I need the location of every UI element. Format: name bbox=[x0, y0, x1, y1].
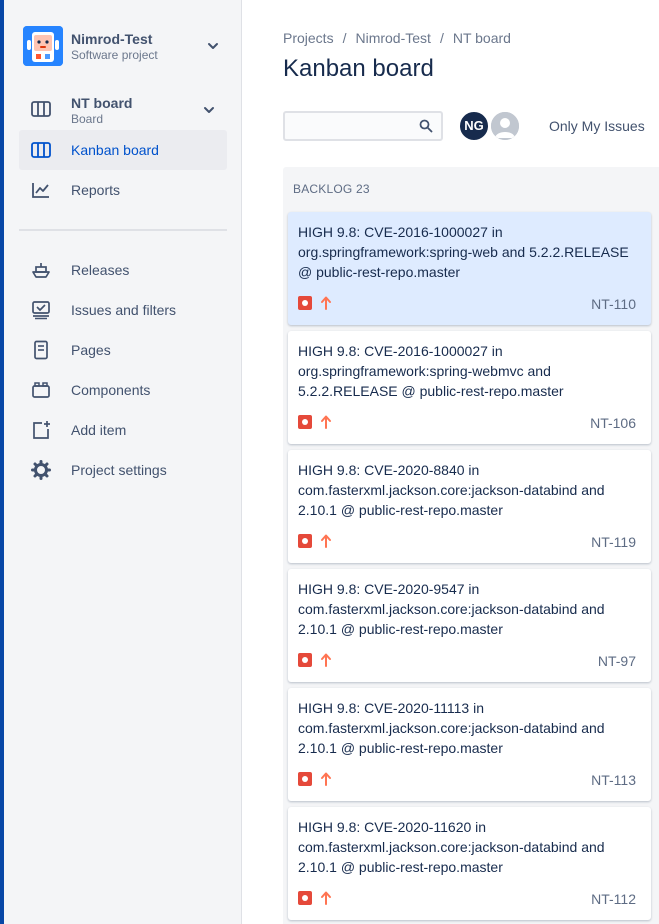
bug-icon bbox=[298, 534, 312, 548]
kanban-icon bbox=[31, 142, 51, 158]
only-my-issues-filter[interactable]: Only My Issues bbox=[549, 118, 645, 134]
chevron-down-icon[interactable] bbox=[201, 102, 217, 118]
issue-key[interactable]: NT-106 bbox=[590, 415, 636, 431]
sidebar-item-label: Add item bbox=[71, 422, 127, 438]
priority-high-arrow-icon bbox=[321, 653, 331, 667]
bug-icon bbox=[298, 772, 312, 786]
sidebar-divider bbox=[19, 229, 227, 231]
priority-high-arrow-icon bbox=[321, 415, 331, 429]
board-icon bbox=[31, 101, 51, 117]
breadcrumb-board[interactable]: NT board bbox=[453, 30, 511, 46]
components-icon bbox=[32, 382, 50, 398]
page-title: Kanban board bbox=[283, 55, 434, 82]
add-item-icon bbox=[33, 421, 50, 439]
search-input[interactable] bbox=[283, 111, 443, 141]
search-icon bbox=[419, 119, 433, 133]
user-avatar[interactable]: NG bbox=[458, 110, 490, 142]
column-header: BACKLOG 23 bbox=[293, 182, 370, 196]
bug-icon bbox=[298, 891, 312, 905]
issue-key[interactable]: NT-110 bbox=[591, 296, 636, 312]
issue-summary: HIGH 9.8: CVE-2020-11620 in com.fasterxm… bbox=[298, 819, 605, 875]
board-switcher[interactable]: NT board Board bbox=[19, 90, 227, 132]
bug-icon bbox=[298, 296, 312, 310]
ship-icon bbox=[32, 263, 50, 278]
sidebar-item-releases[interactable]: Releases bbox=[19, 250, 227, 290]
issue-summary: HIGH 9.8: CVE-2020-8840 in com.fasterxml… bbox=[298, 462, 605, 518]
issues-icon bbox=[32, 301, 50, 320]
chevron-down-icon[interactable] bbox=[205, 38, 221, 54]
sidebar-item-label: Kanban board bbox=[71, 142, 159, 158]
main-content: Projects / Nimrod-Test / NT board Kanban boa… bbox=[243, 0, 659, 924]
breadcrumb-separator: / bbox=[439, 30, 444, 46]
gear-icon bbox=[31, 460, 51, 480]
issue-card[interactable]: HIGH 9.8: CVE-2020-8840 in com.fasterxml… bbox=[288, 450, 651, 563]
issue-card[interactable]: HIGH 9.8: CVE-2020-9547 in com.fasterxml… bbox=[288, 569, 651, 682]
sidebar-item-kanban-board[interactable]: Kanban board bbox=[19, 130, 227, 170]
sidebar-item-reports[interactable]: Reports bbox=[19, 170, 227, 210]
priority-high-arrow-icon bbox=[321, 772, 331, 786]
sidebar-item-label: Pages bbox=[71, 342, 111, 358]
issue-key[interactable]: NT-97 bbox=[598, 653, 636, 669]
issue-card[interactable]: HIGH 9.8: CVE-2020-11113 in com.fasterxm… bbox=[288, 688, 651, 801]
bug-icon bbox=[298, 415, 312, 429]
column-count: 23 bbox=[355, 182, 370, 196]
sidebar-item-pages[interactable]: Pages bbox=[19, 330, 227, 370]
breadcrumb-projects[interactable]: Projects bbox=[283, 30, 334, 46]
breadcrumb: Projects / Nimrod-Test / NT board bbox=[283, 30, 511, 46]
breadcrumb-separator: / bbox=[342, 30, 347, 46]
priority-high-arrow-icon bbox=[321, 296, 331, 310]
sidebar-item-label: Issues and filters bbox=[71, 302, 177, 318]
project-header[interactable]: Nimrod-Test Software project bbox=[23, 26, 227, 66]
project-name: Nimrod-Test bbox=[71, 31, 153, 47]
sidebar-item-issues-filters[interactable]: Issues and filters bbox=[19, 290, 227, 330]
board-sub: Board bbox=[71, 112, 104, 126]
sidebar-item-add-item[interactable]: Add item bbox=[19, 410, 227, 450]
issue-summary: HIGH 9.8: CVE-2020-9547 in com.fasterxml… bbox=[298, 581, 605, 637]
bug-icon bbox=[298, 653, 312, 667]
unassigned-avatar-icon[interactable] bbox=[489, 110, 521, 142]
project-avatar-icon bbox=[23, 26, 63, 66]
sidebar-item-label: Releases bbox=[71, 262, 130, 278]
issue-summary: HIGH 9.8: CVE-2020-11113 in com.fasterxm… bbox=[298, 700, 605, 756]
sidebar-item-project-settings[interactable]: Project settings bbox=[19, 450, 227, 490]
column-name: BACKLOG bbox=[293, 182, 353, 196]
issue-card[interactable]: HIGH 9.8: CVE-2016-1000027 in org.spring… bbox=[288, 331, 651, 444]
issue-summary: HIGH 9.8: CVE-2016-1000027 in org.spring… bbox=[298, 224, 629, 280]
backlog-column: BACKLOG 23 HIGH 9.8: CVE-2016-1000027 in… bbox=[283, 167, 659, 924]
sidebar-item-components[interactable]: Components bbox=[19, 370, 227, 410]
priority-high-arrow-icon bbox=[321, 891, 331, 905]
issue-key[interactable]: NT-112 bbox=[591, 891, 636, 907]
issue-key[interactable]: NT-113 bbox=[591, 772, 636, 788]
issue-card[interactable]: HIGH 9.8: CVE-2020-11620 in com.fasterxm… bbox=[288, 807, 651, 920]
issue-card[interactable]: HIGH 9.8: CVE-2016-1000027 in org.spring… bbox=[288, 212, 651, 325]
project-type: Software project bbox=[71, 48, 158, 62]
breadcrumb-project[interactable]: Nimrod-Test bbox=[355, 30, 430, 46]
sidebar-item-label: Project settings bbox=[71, 462, 167, 478]
sidebar-item-label: Components bbox=[71, 382, 151, 398]
sidebar-item-label: Reports bbox=[71, 182, 121, 198]
priority-high-arrow-icon bbox=[321, 534, 331, 548]
board-name: NT board bbox=[71, 95, 133, 111]
issue-summary: HIGH 9.8: CVE-2016-1000027 in org.spring… bbox=[298, 343, 564, 399]
reports-chart-icon bbox=[32, 183, 49, 198]
page-icon bbox=[34, 340, 48, 360]
project-sidebar: Nimrod-Test Software project NT board Bo… bbox=[4, 0, 242, 924]
issue-key[interactable]: NT-119 bbox=[591, 534, 636, 550]
